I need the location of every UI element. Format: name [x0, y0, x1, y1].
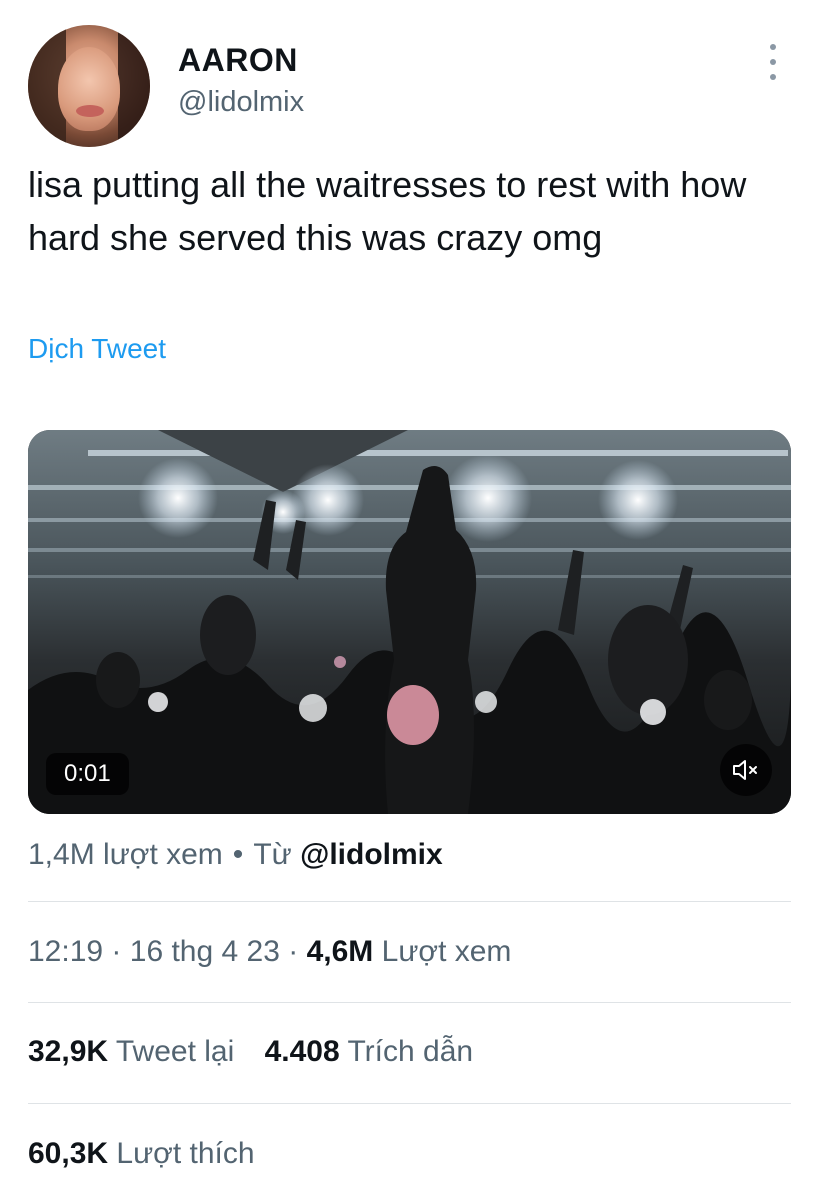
tweet-time[interactable]: 12:19 [28, 935, 103, 968]
separator: · [288, 935, 299, 968]
author-name[interactable]: AARON [178, 42, 298, 79]
retweets-stat[interactable]: 32,9K Tweet lại [28, 1035, 234, 1069]
views-count: 1,4M lượt xem [28, 838, 223, 871]
likes-stat[interactable]: 60,3K Lượt thích [28, 1137, 255, 1171]
from-label: Từ [253, 838, 292, 871]
retweets-count: 32,9K [28, 1035, 109, 1068]
views-total: 4,6M [306, 935, 374, 968]
tweet-meta: 12:19 · 16 thg 4 23 · 4,6M Lượt xem [28, 935, 511, 969]
quotes-label: Trích dẫn [347, 1035, 474, 1068]
views-attribution: 1,4M lượt xem • Từ @lidolmix [28, 838, 443, 872]
engagement-stats: 32,9K Tweet lại 4.408 Trích dẫn [28, 1035, 473, 1069]
avatar[interactable] [28, 25, 150, 147]
tweet-date[interactable]: 16 thg 4 23 [130, 935, 280, 968]
quotes-stat[interactable]: 4.408 Trích dẫn [265, 1035, 474, 1069]
likes-count: 60,3K [28, 1137, 109, 1170]
video-timestamp: 0:01 [46, 753, 129, 795]
video-frame [28, 430, 791, 814]
separator: • [232, 838, 244, 871]
translate-tweet-link[interactable]: Dịch Tweet [28, 333, 166, 365]
tweet-text: lisa putting all the waitresses to rest … [28, 164, 747, 258]
author-handle[interactable]: @lidolmix [178, 86, 304, 119]
quotes-count: 4.408 [264, 1035, 340, 1068]
source-handle-link[interactable]: @lidolmix [300, 838, 443, 871]
speaker-muted-icon [733, 760, 757, 780]
mute-button[interactable] [720, 744, 772, 796]
separator: · [111, 935, 122, 968]
likes-label: Lượt thích [116, 1137, 255, 1170]
divider [28, 1103, 791, 1104]
video-player[interactable]: 0:01 [28, 430, 791, 814]
views-label: Lượt xem [381, 935, 512, 968]
retweets-label: Tweet lại [115, 1035, 235, 1068]
more-options-icon[interactable] [762, 44, 784, 80]
divider [28, 901, 791, 902]
divider [28, 1002, 791, 1003]
